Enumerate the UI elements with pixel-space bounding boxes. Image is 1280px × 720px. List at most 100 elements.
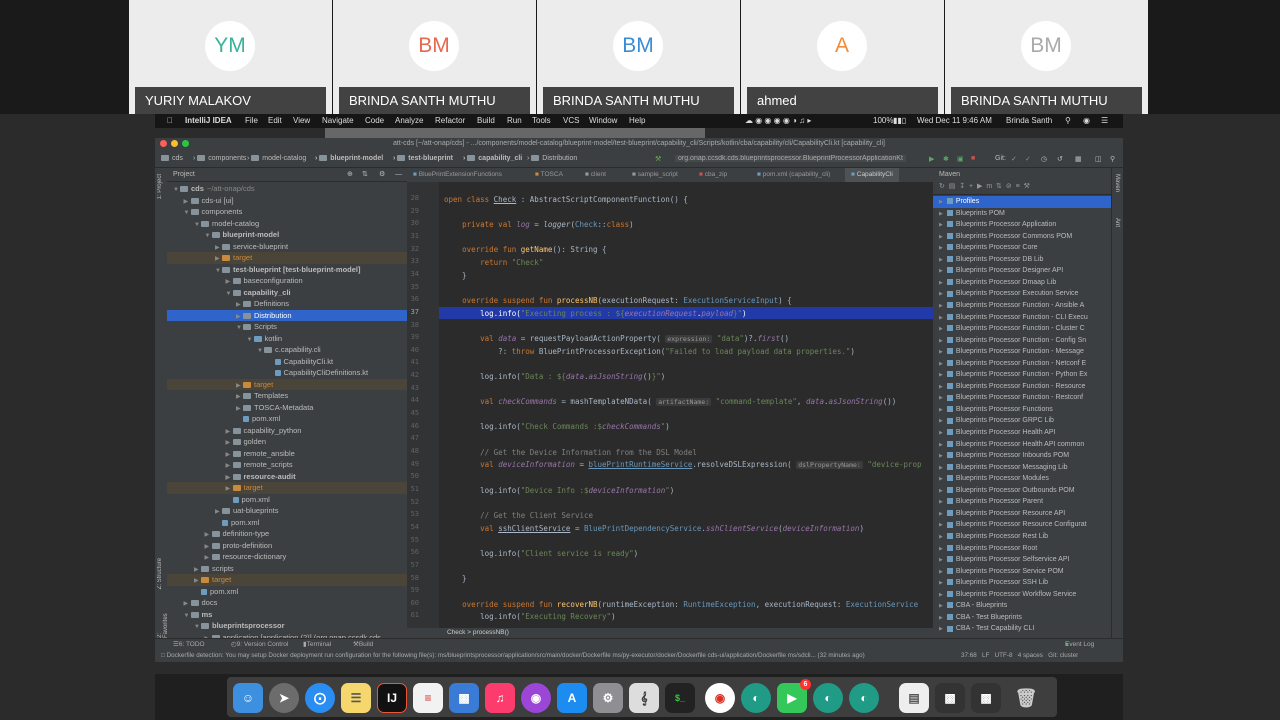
- tree-item[interactable]: pom.xml: [167, 517, 407, 529]
- tree-item[interactable]: ▶ resource-audit: [167, 471, 407, 483]
- maven-project-item[interactable]: ▶ Blueprints Processor Rest Lib: [933, 531, 1111, 543]
- webex-meetings-icon[interactable]: ◐: [813, 683, 843, 713]
- minimize-window-button[interactable]: [171, 140, 178, 147]
- user-name[interactable]: Brinda Santh: [1006, 114, 1052, 128]
- tool-tab-project[interactable]: 1: Project: [157, 174, 163, 199]
- notes-icon[interactable]: ☰: [341, 683, 371, 713]
- facetime-icon[interactable]: ▶ 6: [777, 679, 811, 713]
- maven-project-item[interactable]: ▶ Blueprints Processor Resource API: [933, 508, 1111, 520]
- menu-help[interactable]: Help: [629, 114, 645, 128]
- tree-item[interactable]: ▶ scripts: [167, 563, 407, 575]
- code-line[interactable]: log.info("Data : ${data.asJsonString()}"…: [444, 372, 665, 381]
- editor-tab-active[interactable]: ■ CapabilityCli: [845, 168, 899, 182]
- expand-arrow-icon[interactable]: ▶: [939, 291, 943, 297]
- maven-project-item[interactable]: ▶ Blueprints Processor Functions: [933, 404, 1111, 416]
- webex-icon[interactable]: ◐: [741, 683, 771, 713]
- tree-item[interactable]: pom.xml: [167, 494, 407, 506]
- expand-arrow-icon[interactable]: ▶: [939, 303, 943, 309]
- script-editor-icon[interactable]: 𝄞: [629, 683, 659, 713]
- history-icon[interactable]: ◷: [1041, 155, 1047, 163]
- stop-icon[interactable]: ■: [971, 155, 975, 162]
- maven-project-item[interactable]: ▶ Blueprints Processor Health API common: [933, 439, 1111, 451]
- notification-center-icon[interactable]: ☰: [1101, 114, 1108, 128]
- toggle-offline-icon[interactable]: ⇅: [996, 183, 1002, 190]
- download-icon[interactable]: ↧: [959, 183, 965, 190]
- project-view-select[interactable]: Project: [173, 171, 195, 178]
- maven-project-item[interactable]: ▶ Blueprints Processor Function - Message: [933, 346, 1111, 358]
- expand-arrow-icon[interactable]: ▶: [939, 199, 943, 205]
- line-separator[interactable]: LF: [982, 652, 989, 659]
- maven-project-item[interactable]: ▶ Blueprints Processor Parent: [933, 496, 1111, 508]
- tree-item[interactable]: ▶ remote_ansible: [167, 448, 407, 460]
- maven-project-item[interactable]: ▶ Blueprints Processor Selfservice API: [933, 554, 1111, 566]
- tree-item[interactable]: ▼ capability_cli: [167, 287, 407, 299]
- clock[interactable]: Wed Dec 11 9:46 AM: [917, 114, 992, 128]
- maven-project-item[interactable]: ▶ Blueprints Processor SSH Lib: [933, 577, 1111, 589]
- breadcrumb[interactable]: › test-blueprint: [393, 155, 453, 162]
- code-line[interactable]: log.info("Client service is ready"): [444, 549, 638, 558]
- tree-item[interactable]: ▼ kotlin: [167, 333, 407, 345]
- code-line[interactable]: }: [444, 271, 467, 280]
- collapse-all-icon[interactable]: ≡: [1016, 183, 1020, 190]
- trash-icon[interactable]: 🗑: [1011, 683, 1041, 713]
- maven-project-item[interactable]: ▶ CBA - Blueprints: [933, 600, 1111, 612]
- tree-item[interactable]: ▼ model-catalog: [167, 218, 407, 230]
- menu-code[interactable]: Code: [365, 114, 384, 128]
- tree-item[interactable]: ▶ target: [167, 482, 407, 494]
- breadcrumb[interactable]: › components: [193, 155, 246, 162]
- menu-navigate[interactable]: Navigate: [322, 114, 354, 128]
- expand-arrow-icon[interactable]: ▶: [939, 580, 943, 586]
- editor-tab[interactable]: ■ cba_zip: [699, 171, 727, 178]
- expand-arrow-icon[interactable]: ▶: [939, 465, 943, 471]
- maven-project-item[interactable]: ▶ Blueprints Processor Service POM: [933, 566, 1111, 578]
- tree-item[interactable]: ▶ service-blueprint: [167, 241, 407, 253]
- expand-arrow-icon[interactable]: ▶: [939, 349, 943, 355]
- expand-arrow-icon[interactable]: ▶: [939, 499, 943, 505]
- intellij-icon[interactable]: IJ: [377, 683, 407, 713]
- hide-icon[interactable]: —: [395, 168, 402, 182]
- add-icon[interactable]: +: [969, 183, 973, 190]
- menu-vcs[interactable]: VCS: [563, 114, 579, 128]
- tree-item[interactable]: ▶ golden: [167, 436, 407, 448]
- maven-project-item[interactable]: ▶ Blueprints Processor Core: [933, 242, 1111, 254]
- music-icon[interactable]: ♫: [485, 683, 515, 713]
- expand-arrow-icon[interactable]: ▶: [939, 384, 943, 390]
- code-line[interactable]: log.info("Device Info :$deviceInformatio…: [444, 486, 674, 495]
- expand-arrow-icon[interactable]: ▶: [939, 522, 943, 528]
- editor-tab[interactable]: ■ BluePrintExtensionFunctions: [413, 171, 502, 178]
- expand-arrow-icon[interactable]: ▶: [939, 338, 943, 344]
- maven-project-item[interactable]: ▶ Blueprints POM: [933, 208, 1111, 220]
- code-line[interactable]: // Get the Client Service: [444, 511, 593, 520]
- screenshot-thumbnail-icon[interactable]: ▩: [971, 683, 1001, 713]
- editor-tab[interactable]: ■ TOSCA: [535, 171, 563, 178]
- execute-goal-icon[interactable]: m: [986, 183, 992, 190]
- maven-project-item[interactable]: ▶ Blueprints Processor Function - Ansible…: [933, 300, 1111, 312]
- maven-project-item[interactable]: ▶ Blueprints Processor Modules: [933, 473, 1111, 485]
- siri-icon[interactable]: ◉: [1083, 114, 1090, 128]
- expand-arrow-icon[interactable]: ▶: [939, 615, 943, 621]
- expand-arrow-icon[interactable]: ▶: [939, 268, 943, 274]
- tree-item[interactable]: ▼ test-blueprint [test-blueprint-model]: [167, 264, 407, 276]
- launchpad-icon[interactable]: ➤: [269, 683, 299, 713]
- maven-project-item[interactable]: ▶ Blueprints Processor DB Lib: [933, 254, 1111, 266]
- spotlight-icon[interactable]: ⚲: [1065, 114, 1071, 128]
- maven-project-item[interactable]: ▶ Blueprints Processor Inbounds POM: [933, 450, 1111, 462]
- menu-file[interactable]: File: [245, 114, 258, 128]
- menu-analyze[interactable]: Analyze: [395, 114, 423, 128]
- participant-tile[interactable]: A ahmed: [741, 0, 944, 114]
- caret-position[interactable]: 37:68: [961, 652, 977, 659]
- expand-arrow-icon[interactable]: ▶: [939, 407, 943, 413]
- tree-item[interactable]: ▶ baseconfiguration: [167, 275, 407, 287]
- tree-item[interactable]: ▼ components: [167, 206, 407, 218]
- expand-arrow-icon[interactable]: ▶: [939, 395, 943, 401]
- expand-arrow-icon[interactable]: ▶: [939, 569, 943, 575]
- tree-item[interactable]: ▶ resource-dictionary: [167, 551, 407, 563]
- gear-icon[interactable]: ⚙: [379, 168, 385, 182]
- reload-icon[interactable]: ↻: [939, 183, 945, 190]
- locate-icon[interactable]: ⊕: [347, 168, 353, 182]
- expand-arrow-icon[interactable]: ▶: [939, 245, 943, 251]
- menu-refactor[interactable]: Refactor: [435, 114, 465, 128]
- maven-project-item[interactable]: ▶ Blueprints Processor Application: [933, 219, 1111, 231]
- expand-arrow-icon[interactable]: ▶: [939, 511, 943, 517]
- maven-project-item[interactable]: ▶ Blueprints Processor Commons POM: [933, 231, 1111, 243]
